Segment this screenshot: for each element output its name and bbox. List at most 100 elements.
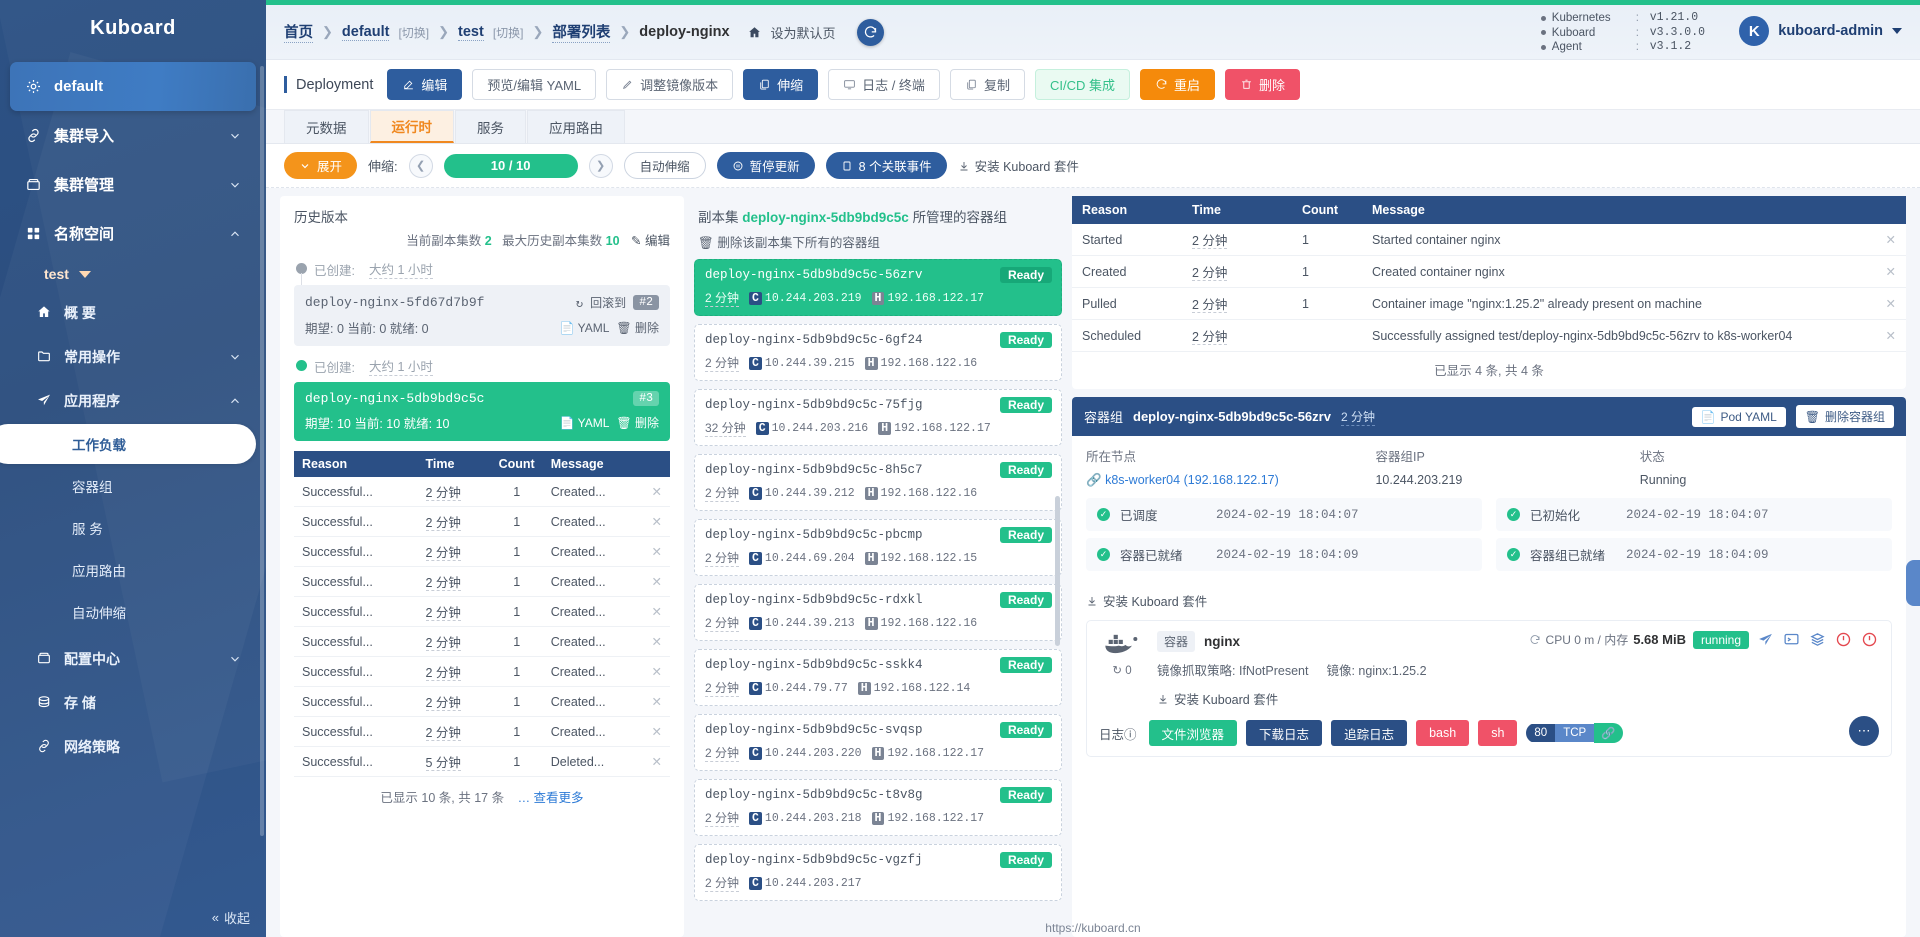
sidebar-item-applications[interactable]: 应用程序: [10, 380, 256, 422]
change-image-button[interactable]: 调整镜像版本: [606, 69, 734, 100]
breadcrumb-cluster[interactable]: default: [341, 24, 390, 41]
sidebar-item-autoscale[interactable]: 自动伸缩: [0, 592, 256, 632]
breadcrumb-deployments[interactable]: 部署列表: [552, 21, 611, 43]
rollback-button[interactable]: ↻ 回滚到: [576, 294, 626, 311]
node-link[interactable]: k8s-worker04: [1105, 473, 1180, 487]
revision-yaml-button[interactable]: 📄 YAML: [560, 416, 610, 430]
sidebar-item-services[interactable]: 服 务: [0, 508, 256, 548]
help-icon[interactable]: ⓘ: [1124, 728, 1137, 742]
pod-list-scrollbar[interactable]: [1055, 496, 1060, 646]
scale-increase-button[interactable]: ❯: [588, 153, 613, 178]
set-default-page-link[interactable]: 设为默认页: [771, 23, 836, 42]
dismiss-icon[interactable]: ✕: [1875, 255, 1906, 288]
dismiss-icon[interactable]: ✕: [1875, 319, 1906, 352]
scale-button[interactable]: 伸缩: [743, 69, 819, 100]
power-off-icon[interactable]: [1860, 630, 1879, 649]
dismiss-icon[interactable]: ✕: [1875, 287, 1906, 320]
pod-item[interactable]: Ready deploy-nginx-5db9bd9c5c-8h5c7 2 分钟…: [694, 454, 1062, 511]
restart-button[interactable]: 重启: [1139, 69, 1215, 100]
view-more-button[interactable]: … 查看更多: [518, 791, 584, 805]
pod-item[interactable]: Ready deploy-nginx-5db9bd9c5c-sskk4 2 分钟…: [694, 649, 1062, 706]
dismiss-icon[interactable]: ✕: [643, 596, 670, 627]
copy-button[interactable]: 复制: [949, 69, 1025, 100]
delete-pod-button[interactable]: 🗑 删除容器组: [1795, 405, 1894, 428]
bash-button[interactable]: bash: [1416, 720, 1470, 746]
sidebar-item-pods[interactable]: 容器组: [0, 466, 256, 506]
pod-item[interactable]: Ready deploy-nginx-5db9bd9c5c-vgzfj 2 分钟…: [694, 844, 1062, 901]
delete-button[interactable]: 删除: [1224, 69, 1300, 100]
breadcrumb-switch-namespace[interactable]: [切换]: [493, 24, 524, 41]
scale-value[interactable]: 10 / 10: [443, 153, 578, 178]
dismiss-icon[interactable]: ✕: [643, 566, 670, 597]
delete-all-pods-button[interactable]: 🗑 删除该副本集下所有的容器组: [694, 228, 1062, 259]
send-icon[interactable]: [1756, 630, 1775, 649]
dismiss-icon[interactable]: ✕: [643, 716, 670, 747]
revision-card-active[interactable]: deploy-nginx-5db9bd9c5c #3 期望: 10 当前: 10…: [294, 382, 670, 441]
port-chip[interactable]: 80 TCP 🔗: [1526, 723, 1623, 743]
dismiss-icon[interactable]: ✕: [643, 656, 670, 687]
revision-delete-button[interactable]: 🗑 删除: [616, 414, 659, 431]
side-drawer-handle[interactable]: [1906, 560, 1920, 606]
tab-metadata[interactable]: 元数据: [284, 110, 369, 143]
trace-logs-button[interactable]: 追踪日志: [1331, 720, 1408, 746]
sidebar-item-cluster-default[interactable]: default: [10, 62, 256, 111]
sidebar-item-config-center[interactable]: 配置中心: [10, 638, 256, 680]
install-suite-link-pod[interactable]: 安装 Kuboard 套件: [1072, 581, 1906, 610]
sidebar-item-workloads[interactable]: 工作负载: [0, 424, 256, 464]
dismiss-icon[interactable]: ✕: [643, 536, 670, 567]
file-browser-button[interactable]: 文件浏览器: [1148, 720, 1238, 746]
user-menu[interactable]: K kuboard-admin: [1739, 16, 1902, 46]
sidebar-item-storage[interactable]: 存 储: [10, 682, 256, 724]
sidebar-item-namespaces[interactable]: 名称空间: [10, 209, 256, 258]
dismiss-icon[interactable]: ✕: [643, 746, 670, 777]
tab-services[interactable]: 服务: [455, 110, 526, 143]
dismiss-icon[interactable]: ✕: [643, 626, 670, 657]
cicd-button[interactable]: CI/CD 集成: [1034, 69, 1130, 100]
layers-icon[interactable]: [1808, 630, 1827, 649]
pause-update-button[interactable]: 暂停更新: [716, 152, 815, 179]
power-icon[interactable]: [1834, 630, 1853, 649]
tab-runtime[interactable]: 运行时: [369, 110, 454, 143]
sidebar-item-common-ops[interactable]: 常用操作: [10, 336, 256, 378]
more-actions-button[interactable]: ⋯: [1849, 716, 1879, 746]
revision-yaml-button[interactable]: 📄 YAML: [560, 321, 610, 335]
pod-yaml-button[interactable]: 📄 Pod YAML: [1691, 406, 1786, 427]
pod-item[interactable]: Ready deploy-nginx-5db9bd9c5c-6gf24 2 分钟…: [694, 324, 1062, 381]
sidebar-item-cluster-manage[interactable]: 集群管理: [10, 160, 256, 209]
install-suite-link-container[interactable]: 安装 Kuboard 套件: [1157, 679, 1278, 708]
install-kuboard-suite-link[interactable]: 安装 Kuboard 套件: [958, 156, 1079, 175]
dismiss-icon[interactable]: ✕: [643, 477, 670, 507]
refresh-button[interactable]: [856, 18, 884, 46]
logs-terminal-button[interactable]: 日志 / 终端: [828, 69, 940, 100]
sidebar-item-overview[interactable]: 概 要: [10, 292, 256, 334]
pod-item[interactable]: Ready deploy-nginx-5db9bd9c5c-t8v8g 2 分钟…: [694, 779, 1062, 836]
pod-item[interactable]: Ready deploy-nginx-5db9bd9c5c-svqsp 2 分钟…: [694, 714, 1062, 771]
namespace-selector[interactable]: test: [0, 258, 266, 290]
edit-max-rs-button[interactable]: ✎ 编辑: [631, 234, 670, 248]
pod-item[interactable]: Ready deploy-nginx-5db9bd9c5c-pbcmp 2 分钟…: [694, 519, 1062, 576]
scale-decrease-button[interactable]: ❮: [408, 153, 433, 178]
pod-item[interactable]: Ready deploy-nginx-5db9bd9c5c-75fjg 32 分…: [694, 389, 1062, 446]
related-events-button[interactable]: 8 个关联事件: [825, 152, 947, 179]
breadcrumb-home[interactable]: 首页: [284, 21, 313, 43]
sidebar-item-network-policy[interactable]: 网络策略: [10, 726, 256, 768]
preview-yaml-button[interactable]: 预览/编辑 YAML: [472, 69, 597, 100]
dismiss-icon[interactable]: ✕: [643, 506, 670, 537]
terminal-icon[interactable]: [1782, 630, 1801, 649]
edit-button[interactable]: 编辑: [387, 69, 463, 100]
pod-item[interactable]: Ready deploy-nginx-5db9bd9c5c-56zrv 2 分钟…: [694, 259, 1062, 316]
revision-delete-button[interactable]: 🗑 删除: [616, 319, 659, 336]
sidebar-collapse-button[interactable]: « 收起: [212, 908, 250, 927]
revision-card[interactable]: deploy-nginx-5fd67d7b9f ↻ 回滚到 #2 期望: 0 当…: [294, 285, 670, 346]
tab-ingress[interactable]: 应用路由: [527, 110, 625, 143]
autoscale-button[interactable]: 自动伸缩: [623, 152, 706, 179]
dismiss-icon[interactable]: ✕: [643, 686, 670, 717]
dismiss-icon[interactable]: ✕: [1875, 224, 1906, 256]
sidebar-item-ingress[interactable]: 应用路由: [0, 550, 256, 590]
sidebar-item-cluster-import[interactable]: 集群导入: [10, 111, 256, 160]
expand-button[interactable]: 展开: [284, 152, 358, 179]
pod-item[interactable]: Ready deploy-nginx-5db9bd9c5c-rdxkl 2 分钟…: [694, 584, 1062, 641]
breadcrumb-switch-cluster[interactable]: [切换]: [398, 24, 429, 41]
breadcrumb-namespace[interactable]: test: [458, 24, 484, 41]
sh-button[interactable]: sh: [1478, 720, 1518, 746]
